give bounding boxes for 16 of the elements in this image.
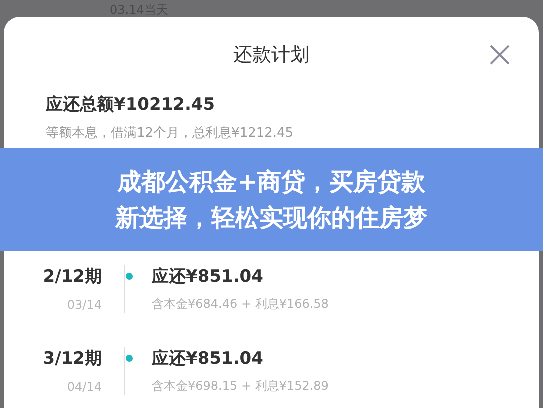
period-label: 2/12期 xyxy=(42,266,102,288)
headline-text: 成都公积金+商贷，买房贷款 xyxy=(117,166,426,198)
sheet-title: 还款计划 xyxy=(234,43,310,68)
due-date: 03/14 xyxy=(66,298,102,312)
total-amount: 应还总额¥10212.45 xyxy=(46,94,216,116)
period-label: 3/12期 xyxy=(42,348,102,370)
loan-summary: 等额本息，借满12个月，总利息¥1212.45 xyxy=(46,125,295,142)
payment-detail: 含本金¥684.46 + 利息¥166.58 xyxy=(152,296,330,313)
amount-due: 应还¥851.04 xyxy=(152,266,264,288)
payment-detail: 含本金¥698.15 + 利息¥152.89 xyxy=(152,378,330,395)
timeline-dot xyxy=(126,273,132,280)
amount-due: 应还¥851.04 xyxy=(152,348,264,370)
timeline-dot xyxy=(126,355,132,362)
close-icon[interactable] xyxy=(489,44,511,66)
due-date: 04/14 xyxy=(66,380,102,394)
headline-text: 新选择，轻松实现你的住房梦 xyxy=(116,202,428,234)
